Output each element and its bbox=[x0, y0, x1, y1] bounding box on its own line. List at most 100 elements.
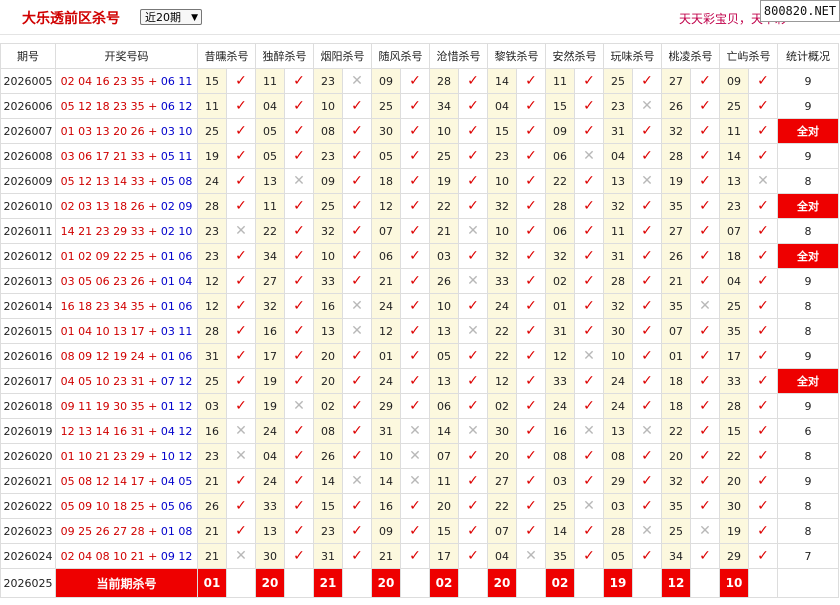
kill-number: 14 bbox=[313, 468, 343, 494]
stat-count: 8 bbox=[777, 168, 839, 194]
check-icon: ✓ bbox=[516, 243, 546, 269]
cross-icon: ✕ bbox=[632, 418, 662, 444]
kill-number: 23 bbox=[313, 518, 343, 544]
check-icon: ✓ bbox=[690, 468, 720, 494]
front-numbers: 04 05 10 23 31 + bbox=[60, 374, 161, 388]
front-numbers: 16 18 23 34 35 + bbox=[60, 299, 161, 313]
stat-count: 8 bbox=[777, 318, 839, 344]
kill-number: 13 bbox=[603, 418, 633, 444]
all-correct-badge: 全对 bbox=[777, 368, 839, 394]
back-numbers: 01 06 bbox=[160, 299, 193, 313]
front-numbers: 01 02 09 22 25 + bbox=[60, 249, 161, 263]
kill-number: 04 bbox=[719, 268, 749, 294]
draw-numbers: 09 11 19 30 35 + 01 12 bbox=[55, 393, 198, 419]
table-row: 2026023 09 25 26 27 28 + 01 08 21 ✓ 13 ✓ 23 ✓ 09… bbox=[0, 518, 839, 544]
check-icon: ✓ bbox=[458, 118, 488, 144]
kill-number: 08 bbox=[603, 443, 633, 469]
kill-number: 35 bbox=[661, 293, 691, 319]
page-title: 大乐透前区杀号 bbox=[22, 11, 120, 27]
check-icon: ✓ bbox=[284, 368, 314, 394]
check-icon: ✓ bbox=[574, 93, 604, 119]
kill-number: 16 bbox=[255, 318, 285, 344]
kill-number: 25 bbox=[313, 193, 343, 219]
kill-number: 26 bbox=[661, 93, 691, 119]
check-icon: ✓ bbox=[458, 93, 488, 119]
check-icon: ✓ bbox=[748, 93, 778, 119]
back-numbers: 04 12 bbox=[160, 424, 193, 438]
check-icon: ✓ bbox=[226, 68, 256, 94]
check-icon: ✓ bbox=[690, 118, 720, 144]
issue-number: 2026025 bbox=[0, 568, 56, 598]
kill-number: 14 bbox=[719, 143, 749, 169]
check-icon: ✓ bbox=[690, 543, 720, 569]
column-header: 沧惜杀号 bbox=[429, 43, 488, 69]
table-row: 2026016 08 09 12 19 24 + 01 06 31 ✓ 17 ✓ 20 ✓ 01… bbox=[0, 343, 839, 369]
kill-number: 14 bbox=[429, 418, 459, 444]
kill-number: 32 bbox=[661, 468, 691, 494]
issue-number: 2026011 bbox=[0, 218, 56, 244]
column-header: 烟阳杀号 bbox=[313, 43, 372, 69]
cross-icon: ✕ bbox=[632, 168, 662, 194]
kill-number: 25 bbox=[719, 93, 749, 119]
kill-number: 04 bbox=[603, 143, 633, 169]
kill-number: 22 bbox=[487, 318, 517, 344]
column-header: 开奖号码 bbox=[55, 43, 198, 69]
check-icon: ✓ bbox=[632, 468, 662, 494]
kill-number: 32 bbox=[487, 193, 517, 219]
check-icon: ✓ bbox=[690, 318, 720, 344]
kill-number: 18 bbox=[719, 243, 749, 269]
kill-number: 13 bbox=[719, 168, 749, 194]
kill-number: 28 bbox=[197, 193, 227, 219]
issue-number: 2026018 bbox=[0, 393, 56, 419]
kill-number: 17 bbox=[429, 543, 459, 569]
chevron-down-icon: ▼ bbox=[191, 13, 198, 23]
cross-icon: ✕ bbox=[284, 393, 314, 419]
kill-number: 16 bbox=[313, 293, 343, 319]
table-row: 2026021 05 08 12 14 17 + 04 05 21 ✓ 24 ✓ 14 ✕ 14… bbox=[0, 468, 839, 494]
table-row: 2026011 14 21 23 29 33 + 02 10 23 ✕ 22 ✓ 32 ✓ 07… bbox=[0, 218, 839, 244]
check-icon: ✓ bbox=[516, 268, 546, 294]
kill-number: 24 bbox=[603, 393, 633, 419]
kill-number: 10 bbox=[487, 218, 517, 244]
back-numbers: 01 06 bbox=[160, 349, 193, 363]
table-row: 2026007 01 03 13 20 26 + 03 10 25 ✓ 05 ✓ 08 ✓ 30… bbox=[0, 118, 839, 144]
issue-number: 2026015 bbox=[0, 318, 56, 344]
empty-cell bbox=[690, 568, 720, 598]
check-icon: ✓ bbox=[400, 193, 430, 219]
kill-number: 32 bbox=[603, 293, 633, 319]
check-icon: ✓ bbox=[690, 68, 720, 94]
check-icon: ✓ bbox=[284, 243, 314, 269]
kill-number: 23 bbox=[197, 443, 227, 469]
kill-number: 20 bbox=[661, 443, 691, 469]
check-icon: ✓ bbox=[690, 218, 720, 244]
kill-number: 28 bbox=[197, 318, 227, 344]
kill-number: 25 bbox=[429, 143, 459, 169]
back-numbers: 02 10 bbox=[160, 224, 193, 238]
draw-numbers: 01 02 09 22 25 + 01 06 bbox=[55, 243, 198, 269]
kill-number: 01 bbox=[545, 293, 575, 319]
kill-number: 25 bbox=[197, 368, 227, 394]
kill-number: 32 bbox=[545, 243, 575, 269]
issue-number: 2026007 bbox=[0, 118, 56, 144]
check-icon: ✓ bbox=[342, 193, 372, 219]
kill-number: 30 bbox=[719, 493, 749, 519]
check-icon: ✓ bbox=[226, 518, 256, 544]
front-numbers: 03 05 06 23 26 + bbox=[60, 274, 161, 288]
kill-number: 23 bbox=[313, 68, 343, 94]
kill-number: 25 bbox=[603, 68, 633, 94]
current-kill-number: 02 bbox=[429, 568, 459, 598]
check-icon: ✓ bbox=[748, 518, 778, 544]
kill-number: 27 bbox=[487, 468, 517, 494]
period-range-select[interactable]: 近20期 ▼ bbox=[140, 9, 202, 25]
check-icon: ✓ bbox=[748, 143, 778, 169]
table-row: 2026012 01 02 09 22 25 + 01 06 23 ✓ 34 ✓ 10 ✓ 06… bbox=[0, 243, 839, 269]
kill-number: 13 bbox=[255, 518, 285, 544]
issue-number: 2026023 bbox=[0, 518, 56, 544]
check-icon: ✓ bbox=[632, 393, 662, 419]
check-icon: ✓ bbox=[284, 118, 314, 144]
table-row: 2026018 09 11 19 30 35 + 01 12 03 ✓ 19 ✕ 02 ✓ 29… bbox=[0, 393, 839, 419]
issue-number: 2026010 bbox=[0, 193, 56, 219]
cross-icon: ✕ bbox=[690, 518, 720, 544]
issue-number: 2026009 bbox=[0, 168, 56, 194]
cross-icon: ✕ bbox=[574, 418, 604, 444]
